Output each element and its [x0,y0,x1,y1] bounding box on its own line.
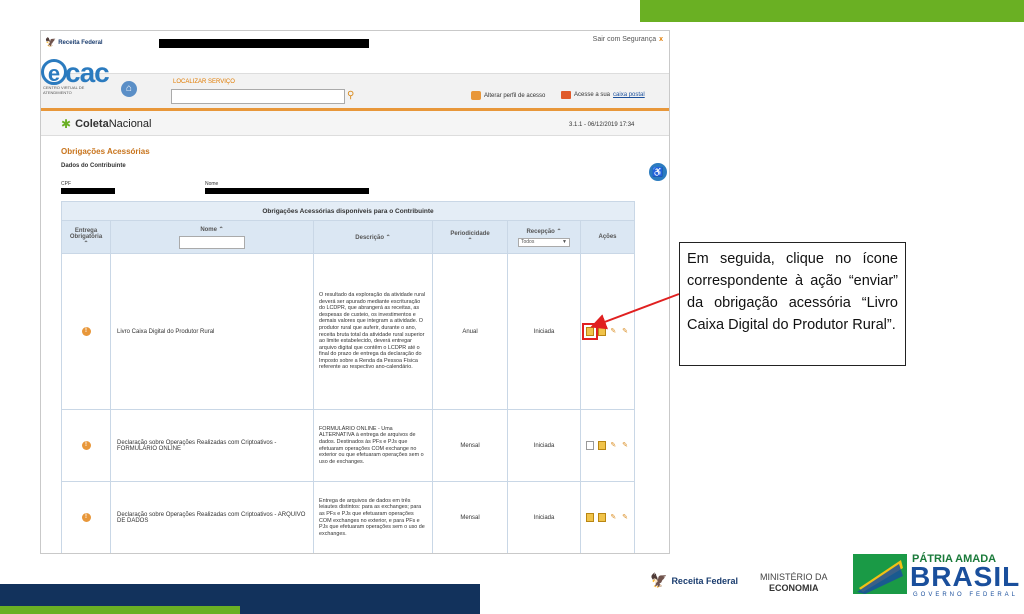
info-icon[interactable]: ! [81,327,91,336]
localizar-label: LOCALIZAR SERVIÇO [173,79,235,85]
row-periodicidade: Mensal [432,409,508,482]
mail-icon [561,91,571,99]
instruction-callout: Em seguida, clique no ícone corresponden… [679,242,906,366]
info-icon[interactable]: ! [81,513,91,522]
ministerio-economia-logo: MINISTÉRIO DA ECONOMIA [760,572,828,593]
page-title: Obrigações Acessórias [61,147,150,156]
search-icon[interactable]: ⚲ [347,90,354,101]
row-recepcao: Iniciada [507,253,581,410]
sort-icon[interactable]: ⌃ [83,241,88,247]
nome-label: Nome [205,181,219,187]
edit-icon[interactable]: ✎ [621,513,629,522]
coleta-nacional-logo: ✱ ColetaNacional [61,117,152,131]
row-descricao: O resultado da exploração da atividade r… [313,253,433,410]
document-icon[interactable] [597,327,606,336]
table-row: ! Declaração sobre Operações Realizadas … [61,481,635,553]
receita-federal-logo: 🦅 Receita Federal [650,572,738,588]
dados-contribuinte-label: Dados do Contribuinte [61,163,126,169]
row-recepcao: Iniciada [507,409,581,482]
cpf-label: CPF [61,181,71,187]
col-entrega[interactable]: Entrega Obrigatória ⌃ [61,220,111,254]
top-green-bar [640,0,1024,22]
home-icon[interactable]: ⌂ [121,81,137,97]
users-icon [471,91,481,100]
obligations-table: Obrigações Acessórias disponíveis para o… [61,201,635,553]
chevron-down-icon: ▼ [562,238,567,245]
accessibility-icon[interactable]: ♿ [649,163,667,181]
nome-filter-input[interactable] [179,235,245,249]
page-icon[interactable] [585,441,594,450]
col-recepcao[interactable]: Recepção ⌃ Todos ▼ [507,220,581,254]
document-icon[interactable] [597,513,606,522]
logout-link[interactable]: Sair com Segurança x [593,36,663,43]
ecac-screenshot: 🦅 Receita Federal Sair com Segurança x e … [40,30,670,554]
recepcao-select[interactable]: Todos ▼ [518,237,570,247]
info-icon[interactable]: ! [81,441,91,450]
row-nome: Declaração sobre Operações Realizadas co… [110,409,314,482]
edit-icon[interactable]: ✎ [609,513,617,522]
sort-icon[interactable]: ⌃ [557,229,562,235]
governo-federal-text: GOVERNO FEDERAL [913,592,1019,598]
close-icon[interactable]: x [659,36,663,43]
col-acoes: Ações [580,220,635,254]
row-periodicidade: Anual [432,253,508,410]
caixa-postal-link[interactable]: Acesse a sua caixa postal [561,91,645,99]
brasil-flag-icon [853,554,907,594]
footer-green-bar [0,606,240,614]
cpf-redacted [61,188,115,194]
sort-icon[interactable]: ⌃ [467,238,472,244]
row-acoes: ✎ ✎ [580,481,635,553]
send-icon[interactable] [581,323,598,340]
edit-icon[interactable]: ✎ [609,441,617,450]
eagle-icon: 🦅 [650,572,668,588]
search-input[interactable] [171,89,345,104]
edit-icon[interactable]: ✎ [621,327,629,336]
col-periodicidade[interactable]: Periodicidade ⌃ [432,220,508,254]
alterar-perfil-link[interactable]: Alterar perfil de acesso [471,91,545,100]
coleta-logo-icon: ✱ [61,117,72,131]
row-acoes: ✎ ✎ [580,253,635,410]
brasil-text: BRASIL [910,561,1021,592]
edit-icon[interactable]: ✎ [621,441,629,450]
row-acoes: ✎ ✎ [580,409,635,482]
row-nome: Declaração sobre Operações Realizadas co… [110,481,314,553]
nome-redacted [205,188,369,194]
edit-icon[interactable]: ✎ [609,327,617,336]
row-recepcao: Iniciada [507,481,581,553]
row-descricao: FORMULÁRIO ONLINE - Uma ALTERNATIVA à en… [313,409,433,482]
row-nome: Livro Caixa Digital do Produtor Rural [110,253,314,410]
redacted-bar [159,39,369,48]
version-timestamp: 3.1.1 - 06/12/2019 17:34 [569,122,635,128]
eagle-icon: 🦅 [45,37,57,47]
col-descricao[interactable]: Descrição ⌃ [313,220,433,254]
sort-icon[interactable]: ⌃ [219,227,224,233]
col-nome[interactable]: Nome ⌃ [110,220,314,254]
receita-federal-top-logo: 🦅 Receita Federal [45,37,103,47]
row-descricao: Entrega de arquivos de dados em três lei… [313,481,433,553]
table-caption: Obrigações Acessórias disponíveis para o… [61,201,635,221]
row-periodicidade: Mensal [432,481,508,553]
sort-icon[interactable]: ⌃ [386,235,391,241]
send-icon[interactable] [585,513,594,522]
table-row: ! Livro Caixa Digital do Produtor Rural … [61,253,635,410]
table-row: ! Declaração sobre Operações Realizadas … [61,409,635,482]
document-icon[interactable] [597,441,606,450]
